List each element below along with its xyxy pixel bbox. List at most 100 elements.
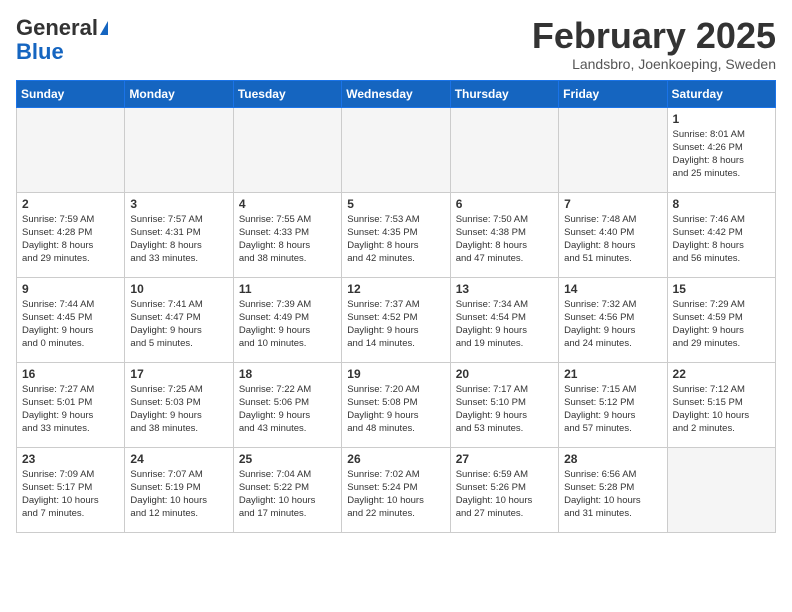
day-info: Sunrise: 7:22 AM Sunset: 5:06 PM Dayligh… <box>239 383 336 436</box>
calendar-table: SundayMondayTuesdayWednesdayThursdayFrid… <box>16 80 776 533</box>
day-cell: 18 Sunrise: 7:22 AM Sunset: 5:06 PM Dayli… <box>233 362 341 447</box>
day-number: 26 <box>347 452 444 466</box>
column-header-monday: Monday <box>125 80 233 107</box>
logo-blue-text: Blue <box>16 40 64 64</box>
day-number: 19 <box>347 367 444 381</box>
day-info: Sunrise: 7:32 AM Sunset: 4:56 PM Dayligh… <box>564 298 661 351</box>
day-cell: 25 Sunrise: 7:04 AM Sunset: 5:22 PM Dayli… <box>233 447 341 532</box>
day-cell: 14Sunrise: 7:32 AM Sunset: 4:56 PM Dayli… <box>559 277 667 362</box>
week-row-4: 16 Sunrise: 7:27 AM Sunset: 5:01 PM Dayli… <box>17 362 776 447</box>
day-cell <box>233 107 341 192</box>
logo-triangle-icon <box>100 21 108 35</box>
day-cell: 3 Sunrise: 7:57 AM Sunset: 4:31 PM Daylig… <box>125 192 233 277</box>
day-cell: 7 Sunrise: 7:48 AM Sunset: 4:40 PM Daylig… <box>559 192 667 277</box>
day-info: Sunrise: 7:20 AM Sunset: 5:08 PM Dayligh… <box>347 383 444 436</box>
day-info: Sunrise: 7:09 AM Sunset: 5:17 PM Dayligh… <box>22 468 119 521</box>
day-cell: 27 Sunrise: 6:59 AM Sunset: 5:26 PM Dayli… <box>450 447 558 532</box>
week-row-1: 1Sunrise: 8:01 AM Sunset: 4:26 PM Daylig… <box>17 107 776 192</box>
day-info: Sunrise: 7:34 AM Sunset: 4:54 PM Dayligh… <box>456 298 553 351</box>
day-number: 20 <box>456 367 553 381</box>
day-number: 11 <box>239 282 336 296</box>
day-cell: 26 Sunrise: 7:02 AM Sunset: 5:24 PM Dayli… <box>342 447 450 532</box>
day-info: Sunrise: 7:27 AM Sunset: 5:01 PM Dayligh… <box>22 383 119 436</box>
day-info: Sunrise: 8:01 AM Sunset: 4:26 PM Dayligh… <box>673 128 770 181</box>
column-header-thursday: Thursday <box>450 80 558 107</box>
day-cell <box>559 107 667 192</box>
column-header-tuesday: Tuesday <box>233 80 341 107</box>
day-number: 28 <box>564 452 661 466</box>
day-cell: 9 Sunrise: 7:44 AM Sunset: 4:45 PM Daylig… <box>17 277 125 362</box>
day-cell: 12 Sunrise: 7:37 AM Sunset: 4:52 PM Dayli… <box>342 277 450 362</box>
header: General Blue February 2025 Landsbro, Joe… <box>16 16 776 72</box>
day-cell: 22 Sunrise: 7:12 AM Sunset: 5:15 PM Dayli… <box>667 362 775 447</box>
logo: General Blue <box>16 16 108 64</box>
day-number: 2 <box>22 197 119 211</box>
day-cell: 6Sunrise: 7:50 AM Sunset: 4:38 PM Daylig… <box>450 192 558 277</box>
day-info: Sunrise: 7:15 AM Sunset: 5:12 PM Dayligh… <box>564 383 661 436</box>
day-number: 12 <box>347 282 444 296</box>
day-cell <box>667 447 775 532</box>
day-cell: 17Sunrise: 7:25 AM Sunset: 5:03 PM Dayli… <box>125 362 233 447</box>
day-number: 16 <box>22 367 119 381</box>
day-cell: 1Sunrise: 8:01 AM Sunset: 4:26 PM Daylig… <box>667 107 775 192</box>
day-cell: 23 Sunrise: 7:09 AM Sunset: 5:17 PM Dayli… <box>17 447 125 532</box>
day-cell <box>450 107 558 192</box>
day-info: Sunrise: 7:55 AM Sunset: 4:33 PM Dayligh… <box>239 213 336 266</box>
day-number: 10 <box>130 282 227 296</box>
day-number: 25 <box>239 452 336 466</box>
day-cell: 13Sunrise: 7:34 AM Sunset: 4:54 PM Dayli… <box>450 277 558 362</box>
day-number: 6 <box>456 197 553 211</box>
day-info: Sunrise: 7:04 AM Sunset: 5:22 PM Dayligh… <box>239 468 336 521</box>
day-cell: 19 Sunrise: 7:20 AM Sunset: 5:08 PM Dayli… <box>342 362 450 447</box>
day-info: Sunrise: 7:29 AM Sunset: 4:59 PM Dayligh… <box>673 298 770 351</box>
day-number: 9 <box>22 282 119 296</box>
day-cell: 11 Sunrise: 7:39 AM Sunset: 4:49 PM Dayli… <box>233 277 341 362</box>
day-number: 17 <box>130 367 227 381</box>
logo-general-text: General <box>16 16 98 40</box>
day-number: 27 <box>456 452 553 466</box>
day-info: Sunrise: 7:39 AM Sunset: 4:49 PM Dayligh… <box>239 298 336 351</box>
day-info: Sunrise: 7:12 AM Sunset: 5:15 PM Dayligh… <box>673 383 770 436</box>
day-cell: 15 Sunrise: 7:29 AM Sunset: 4:59 PM Dayli… <box>667 277 775 362</box>
day-cell: 24 Sunrise: 7:07 AM Sunset: 5:19 PM Dayli… <box>125 447 233 532</box>
day-info: Sunrise: 7:37 AM Sunset: 4:52 PM Dayligh… <box>347 298 444 351</box>
column-header-saturday: Saturday <box>667 80 775 107</box>
calendar-header-row: SundayMondayTuesdayWednesdayThursdayFrid… <box>17 80 776 107</box>
day-info: Sunrise: 7:57 AM Sunset: 4:31 PM Dayligh… <box>130 213 227 266</box>
day-cell: 10 Sunrise: 7:41 AM Sunset: 4:47 PM Dayli… <box>125 277 233 362</box>
day-info: Sunrise: 6:56 AM Sunset: 5:28 PM Dayligh… <box>564 468 661 521</box>
day-info: Sunrise: 7:44 AM Sunset: 4:45 PM Dayligh… <box>22 298 119 351</box>
day-info: Sunrise: 7:53 AM Sunset: 4:35 PM Dayligh… <box>347 213 444 266</box>
day-cell <box>17 107 125 192</box>
day-cell: 2 Sunrise: 7:59 AM Sunset: 4:28 PM Daylig… <box>17 192 125 277</box>
title-section: February 2025 Landsbro, Joenkoeping, Swe… <box>532 16 776 72</box>
day-number: 15 <box>673 282 770 296</box>
day-info: Sunrise: 7:07 AM Sunset: 5:19 PM Dayligh… <box>130 468 227 521</box>
day-number: 8 <box>673 197 770 211</box>
day-info: Sunrise: 7:41 AM Sunset: 4:47 PM Dayligh… <box>130 298 227 351</box>
day-cell: 8Sunrise: 7:46 AM Sunset: 4:42 PM Daylig… <box>667 192 775 277</box>
day-info: Sunrise: 7:59 AM Sunset: 4:28 PM Dayligh… <box>22 213 119 266</box>
day-number: 23 <box>22 452 119 466</box>
day-cell: 5 Sunrise: 7:53 AM Sunset: 4:35 PM Daylig… <box>342 192 450 277</box>
day-number: 7 <box>564 197 661 211</box>
day-info: Sunrise: 7:02 AM Sunset: 5:24 PM Dayligh… <box>347 468 444 521</box>
day-number: 22 <box>673 367 770 381</box>
day-info: Sunrise: 6:59 AM Sunset: 5:26 PM Dayligh… <box>456 468 553 521</box>
day-cell: 28 Sunrise: 6:56 AM Sunset: 5:28 PM Dayli… <box>559 447 667 532</box>
week-row-3: 9 Sunrise: 7:44 AM Sunset: 4:45 PM Daylig… <box>17 277 776 362</box>
day-number: 24 <box>130 452 227 466</box>
column-header-sunday: Sunday <box>17 80 125 107</box>
day-number: 21 <box>564 367 661 381</box>
calendar-title: February 2025 <box>532 16 776 56</box>
day-number: 18 <box>239 367 336 381</box>
day-number: 5 <box>347 197 444 211</box>
day-cell <box>342 107 450 192</box>
calendar-subtitle: Landsbro, Joenkoeping, Sweden <box>532 56 776 72</box>
week-row-2: 2 Sunrise: 7:59 AM Sunset: 4:28 PM Daylig… <box>17 192 776 277</box>
week-row-5: 23 Sunrise: 7:09 AM Sunset: 5:17 PM Dayli… <box>17 447 776 532</box>
day-cell: 20Sunrise: 7:17 AM Sunset: 5:10 PM Dayli… <box>450 362 558 447</box>
day-info: Sunrise: 7:48 AM Sunset: 4:40 PM Dayligh… <box>564 213 661 266</box>
column-header-friday: Friday <box>559 80 667 107</box>
day-number: 3 <box>130 197 227 211</box>
